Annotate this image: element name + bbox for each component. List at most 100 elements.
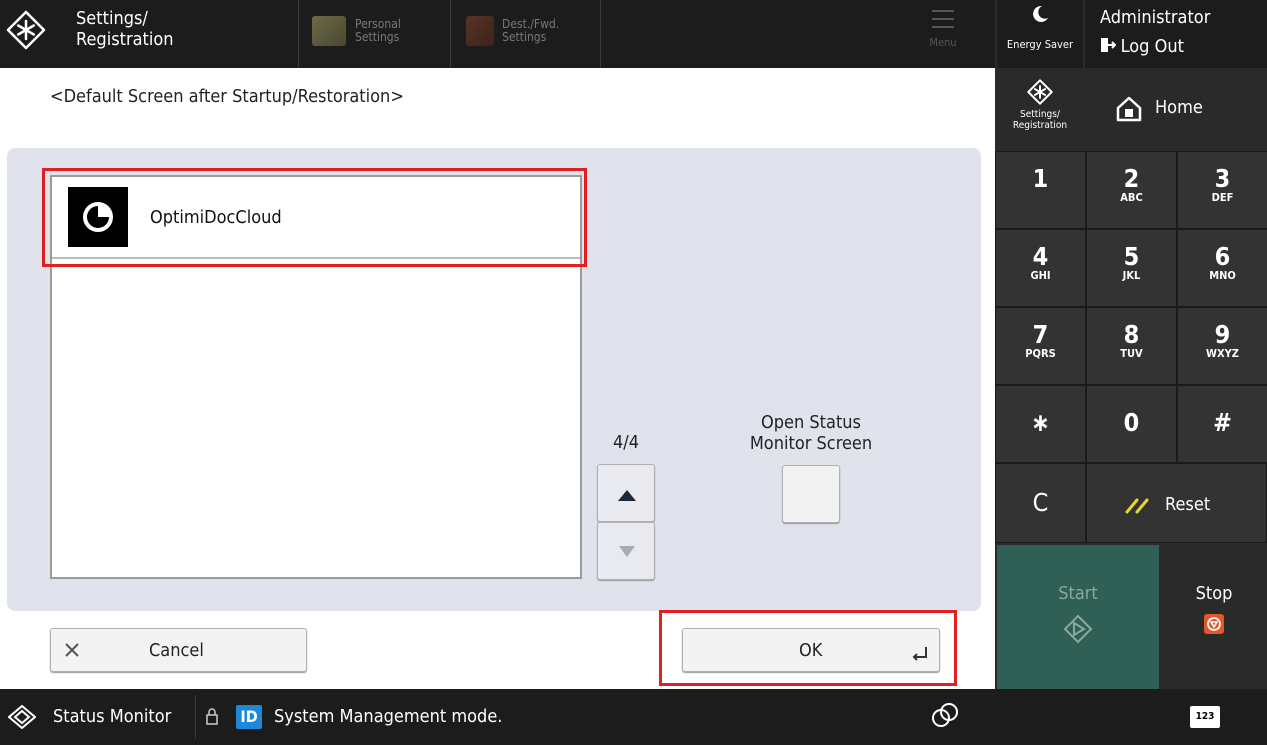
status-monitor-button[interactable]: Status Monitor — [0, 689, 195, 745]
reset-button[interactable]: Reset — [1086, 463, 1267, 543]
key-0[interactable]: 0 — [1086, 385, 1177, 463]
key-letters: WXYZ — [1206, 347, 1239, 360]
key-letters: TUV — [1120, 347, 1143, 360]
highlight-box — [42, 168, 587, 267]
moon-icon — [1030, 4, 1050, 24]
logout-label: Log Out — [1120, 36, 1184, 57]
clear-label: C — [1032, 488, 1049, 517]
scroll-down-button[interactable] — [597, 522, 655, 580]
key-letters: JKL — [1122, 269, 1141, 282]
key-2[interactable]: 2 ABC — [1086, 151, 1177, 229]
key-digit: 6 — [1214, 242, 1231, 271]
menu-button: Menu — [918, 6, 968, 62]
highlight-box — [659, 610, 957, 686]
top-bar: Settings/ Registration Personal Settings… — [0, 0, 995, 68]
key-digit: 1 — [1032, 164, 1049, 193]
arrow-down-icon — [619, 546, 635, 557]
key-5[interactable]: 5 JKL — [1086, 229, 1177, 307]
open-status-line1: Open Status — [760, 412, 861, 433]
arrow-up-icon — [618, 490, 636, 501]
dest-fwd-settings-icon — [466, 16, 494, 46]
numeric-keypad: 1 2 ABC 3 DEF 4 GHI 5 JKL 6 MNO 7 PQRS 8 TUV 9W… — [995, 151, 1267, 543]
key-digit: 9 — [1214, 320, 1231, 349]
key-1[interactable]: 1 — [995, 151, 1086, 229]
tab-personal-settings: Personal Settings — [310, 12, 450, 56]
keypad-toggle-label: 123 — [1195, 711, 1215, 722]
menu-label: Menu — [929, 36, 957, 49]
id-badge: ID — [236, 705, 262, 729]
menu-icon — [932, 10, 954, 28]
open-status-line2: Monitor Screen — [749, 433, 873, 454]
key-9[interactable]: 9 WXYZ — [1177, 307, 1267, 385]
settings-label1: Settings/ — [1020, 109, 1060, 120]
header-title-line2: Registration — [76, 29, 174, 50]
reset-icon — [1123, 494, 1153, 520]
key-hash[interactable]: # — [1177, 385, 1267, 463]
status-message: System Management mode. — [274, 706, 503, 727]
status-monitor-icon — [7, 704, 37, 733]
reset-label: Reset — [1165, 494, 1211, 515]
key-letters: MNO — [1209, 269, 1236, 282]
stop-label: Stop — [1195, 583, 1233, 604]
settings-registration-button[interactable]: Settings/ Registration — [997, 69, 1083, 151]
key-digit: 2 — [1123, 164, 1140, 193]
key-digit: ∗ — [1031, 408, 1050, 437]
page-title: <Default Screen after Startup/Restoratio… — [50, 86, 404, 107]
settings-registration-icon — [1027, 79, 1053, 105]
key-digit: 3 — [1214, 164, 1231, 193]
key-digit: 7 — [1032, 320, 1049, 349]
user-area: Administrator Log Out — [1085, 0, 1267, 68]
tab-personal-label2: Settings — [355, 30, 400, 44]
logout-button[interactable]: Log Out — [1100, 36, 1184, 60]
key-3[interactable]: 3 DEF — [1177, 151, 1267, 229]
divider — [195, 695, 196, 739]
key-letters: DEF — [1211, 191, 1234, 204]
divider — [298, 0, 299, 68]
key-digit: # — [1213, 408, 1232, 437]
page-indicator: 4/4 — [612, 432, 640, 453]
key-digit: 8 — [1123, 320, 1140, 349]
stop-icon — [1204, 614, 1224, 634]
key-4[interactable]: 4 GHI — [995, 229, 1086, 307]
status-monitor-label: Status Monitor — [53, 706, 172, 727]
key-letters: PQRS — [1025, 347, 1056, 360]
settings-registration-icon — [6, 10, 46, 50]
key-digit: 5 — [1123, 242, 1140, 271]
start-button[interactable]: Start — [997, 545, 1159, 689]
key-6[interactable]: 6 MNO — [1177, 229, 1267, 307]
divider — [450, 0, 451, 68]
right-control-panel: Energy Saver Administrator Log Out Setti… — [995, 0, 1267, 745]
tab-dest-label2: Settings — [502, 30, 547, 44]
key-letters: ABC — [1120, 191, 1143, 204]
key-letters: GHI — [1030, 269, 1051, 282]
key-asterisk[interactable]: ∗ — [995, 385, 1086, 463]
divider — [600, 0, 601, 68]
settings-label2: Registration — [1012, 120, 1068, 131]
stop-button[interactable]: Stop — [1161, 545, 1267, 689]
home-label: Home — [1155, 97, 1203, 118]
clear-key[interactable]: C — [995, 463, 1086, 543]
energy-saver-button[interactable]: Energy Saver — [997, 0, 1083, 68]
key-7[interactable]: 7 PQRS — [995, 307, 1086, 385]
close-icon — [63, 641, 81, 663]
network-icon[interactable] — [930, 701, 960, 735]
lock-icon — [205, 707, 219, 729]
start-icon — [1063, 614, 1093, 644]
scroll-up-button[interactable] — [597, 464, 655, 522]
keypad-toggle-button[interactable]: 123 — [1190, 706, 1220, 728]
energy-saver-label: Energy Saver — [1006, 38, 1074, 51]
key-digit: 4 — [1032, 242, 1049, 271]
key-8[interactable]: 8 TUV — [1086, 307, 1177, 385]
bottom-right-bar: 123 — [995, 689, 1267, 745]
personal-settings-icon — [312, 16, 346, 46]
status-bar: Status Monitor ID System Management mode… — [0, 689, 995, 745]
home-icon — [1116, 96, 1142, 126]
header-title: Settings/ Registration — [76, 8, 174, 50]
cancel-button[interactable]: Cancel — [50, 628, 307, 672]
open-status-label: Open Status Monitor Screen — [730, 412, 892, 454]
user-name: Administrator — [1100, 7, 1211, 28]
logout-icon — [1100, 37, 1117, 57]
open-status-checkbox[interactable] — [782, 465, 840, 523]
home-button[interactable]: Home — [1085, 69, 1267, 151]
cancel-label: Cancel — [149, 640, 204, 661]
